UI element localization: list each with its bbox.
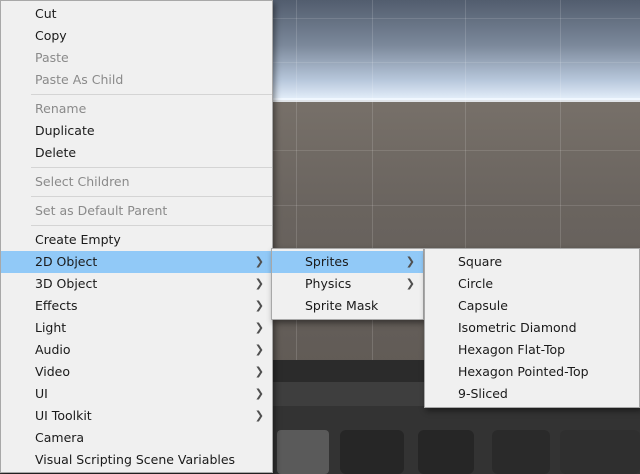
menu-item-label: Select Children: [35, 174, 130, 189]
menu-item-camera[interactable]: Camera: [1, 427, 272, 449]
menu-item-set-default-parent: Set as Default Parent: [1, 200, 272, 222]
menu-item-label: Cut: [35, 6, 57, 21]
menu-item-ui[interactable]: UI ❯: [1, 383, 272, 405]
menu-item-label: UI: [35, 386, 48, 401]
menu-item-create-empty[interactable]: Create Empty: [1, 229, 272, 251]
character-thumbnail[interactable]: [418, 430, 474, 474]
menu-separator: [31, 94, 272, 95]
cube-thumbnail[interactable]: [340, 430, 404, 474]
menu-item-3d-object[interactable]: 3D Object ❯: [1, 273, 272, 295]
chevron-right-icon: ❯: [254, 343, 264, 356]
menu-separator: [31, 225, 272, 226]
menu-item-label: Isometric Diamond: [458, 320, 577, 335]
menu-item-label: 3D Object: [35, 276, 98, 291]
menu-item-capsule[interactable]: Capsule: [425, 295, 639, 317]
menu-item-label: 2D Object: [35, 254, 98, 269]
menu-item-label: Copy: [35, 28, 67, 43]
menu-item-physics[interactable]: Physics ❯: [272, 273, 423, 295]
menu-item-effects[interactable]: Effects ❯: [1, 295, 272, 317]
menu-item-ui-toolkit[interactable]: UI Toolkit ❯: [1, 405, 272, 427]
menu-item-label: Camera: [35, 430, 85, 445]
menu-item-label: Delete: [35, 145, 77, 160]
menu-item-square[interactable]: Square: [425, 251, 639, 273]
menu-item-label: Capsule: [458, 298, 508, 313]
menu-item-hexagon-pointed-top[interactable]: Hexagon Pointed-Top: [425, 361, 639, 383]
menu-item-label: Physics: [305, 276, 352, 291]
menu-item-label: Paste: [35, 50, 69, 65]
menu-item-duplicate[interactable]: Duplicate: [1, 120, 272, 142]
grid-line: [270, 150, 640, 151]
menu-item-cut[interactable]: Cut: [1, 3, 272, 25]
2d-object-submenu: Sprites ❯ Physics ❯ Sprite Mask: [271, 248, 424, 320]
grid-line: [270, 205, 640, 206]
menu-item-label: 9-Sliced: [458, 386, 508, 401]
sprite-thumbnail[interactable]: [560, 430, 640, 474]
menu-item-label: UI Toolkit: [35, 408, 92, 423]
menu-item-label: Video: [35, 364, 71, 379]
menu-item-light[interactable]: Light ❯: [1, 317, 272, 339]
menu-item-rename: Rename: [1, 98, 272, 120]
menu-item-label: Create Empty: [35, 232, 121, 247]
menu-separator: [31, 196, 272, 197]
chevron-right-icon: ❯: [254, 387, 264, 400]
menu-item-label: Duplicate: [35, 123, 95, 138]
chevron-right-icon: ❯: [254, 365, 264, 378]
menu-item-sprite-mask[interactable]: Sprite Mask: [272, 295, 423, 317]
chevron-right-icon: ❯: [254, 277, 264, 290]
tileset-thumbnail[interactable]: [492, 430, 550, 474]
menu-item-label: Hexagon Flat-Top: [458, 342, 566, 357]
chevron-right-icon: ❯: [254, 321, 264, 334]
menu-item-label: Rename: [35, 101, 87, 116]
chevron-right-icon: ❯: [254, 299, 264, 312]
menu-item-label: Sprite Mask: [305, 298, 379, 313]
menu-item-label: Set as Default Parent: [35, 203, 168, 218]
menu-item-delete[interactable]: Delete: [1, 142, 272, 164]
menu-item-copy[interactable]: Copy: [1, 25, 272, 47]
menu-item-label: Audio: [35, 342, 71, 357]
menu-item-paste-as-child: Paste As Child: [1, 69, 272, 91]
chevron-right-icon: ❯: [405, 255, 415, 268]
menu-item-visual-scripting-scene-variables[interactable]: Visual Scripting Scene Variables: [1, 449, 272, 471]
menu-item-audio[interactable]: Audio ❯: [1, 339, 272, 361]
menu-item-paste: Paste: [1, 47, 272, 69]
menu-item-video[interactable]: Video ❯: [1, 361, 272, 383]
menu-item-label: Effects: [35, 298, 78, 313]
menu-item-sprites[interactable]: Sprites ❯: [272, 251, 423, 273]
menu-item-circle[interactable]: Circle: [425, 273, 639, 295]
chevron-right-icon: ❯: [405, 277, 415, 290]
menu-item-label: Circle: [458, 276, 494, 291]
menu-item-label: Visual Scripting Scene Variables: [35, 452, 236, 467]
grid-line: [270, 62, 640, 63]
folder-thumbnail[interactable]: [277, 430, 329, 474]
menu-item-hexagon-flat-top[interactable]: Hexagon Flat-Top: [425, 339, 639, 361]
grid-line: [270, 18, 640, 19]
menu-item-label: Hexagon Pointed-Top: [458, 364, 589, 379]
sprites-submenu: Square Circle Capsule Isometric Diamond …: [424, 248, 640, 408]
menu-item-label: Sprites: [305, 254, 349, 269]
menu-item-2d-object[interactable]: 2D Object ❯: [1, 251, 272, 273]
menu-item-label: Light: [35, 320, 67, 335]
menu-separator: [31, 167, 272, 168]
chevron-right-icon: ❯: [254, 255, 264, 268]
menu-item-label: Paste As Child: [35, 72, 124, 87]
menu-item-select-children: Select Children: [1, 171, 272, 193]
menu-item-label: Square: [458, 254, 503, 269]
menu-item-isometric-diamond[interactable]: Isometric Diamond: [425, 317, 639, 339]
menu-item-9-sliced[interactable]: 9-Sliced: [425, 383, 639, 405]
chevron-right-icon: ❯: [254, 409, 264, 422]
hierarchy-context-menu: Cut Copy Paste Paste As Child Rename Dup…: [0, 0, 273, 473]
